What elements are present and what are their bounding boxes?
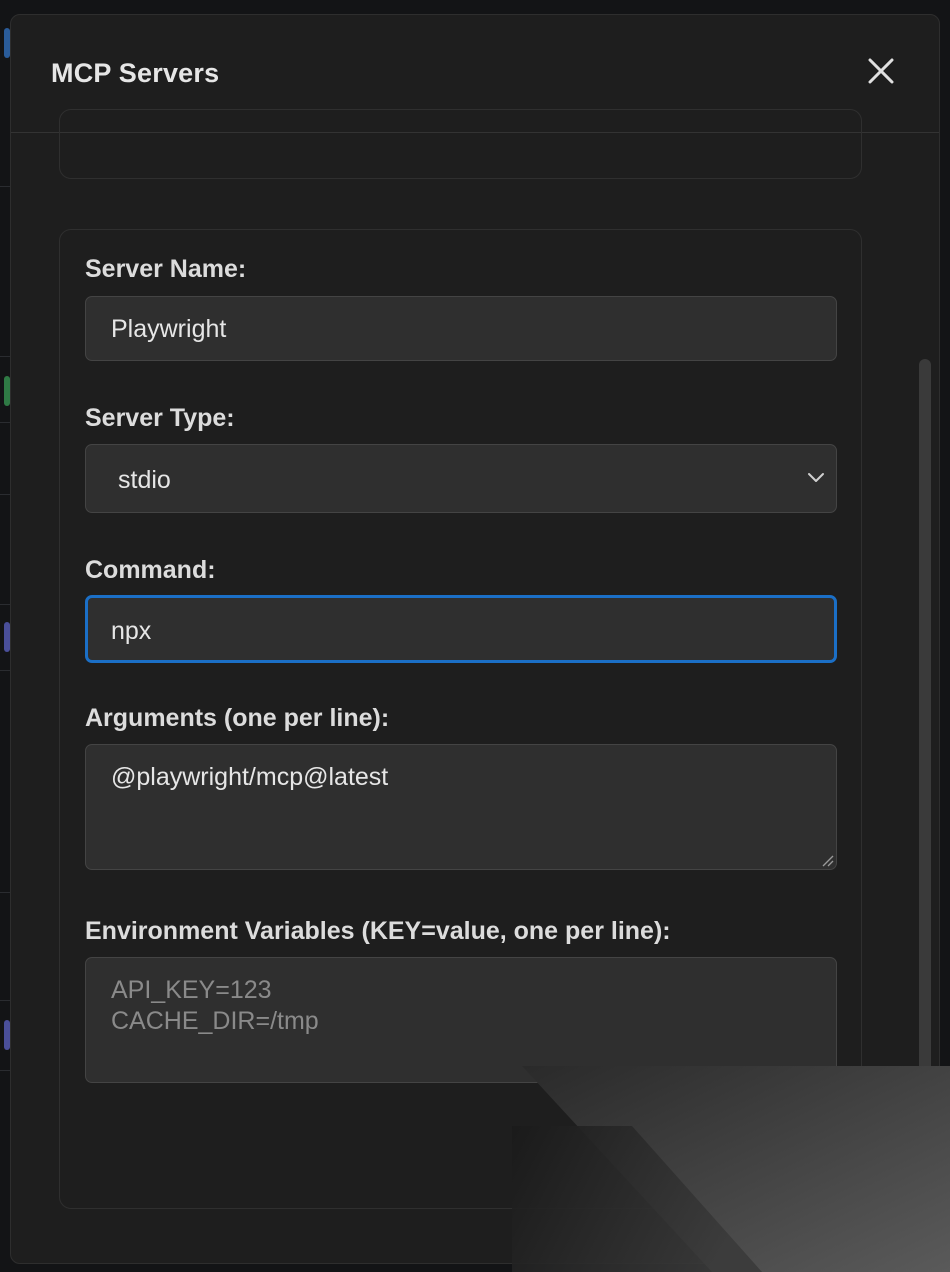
arguments-value: @playwright/mcp@latest: [111, 763, 389, 791]
resize-grip-icon[interactable]: [820, 853, 834, 867]
close-button[interactable]: [867, 57, 895, 85]
command-value: npx: [111, 617, 152, 645]
env-vars-textarea[interactable]: API_KEY=123 CACHE_DIR=/tmp: [85, 957, 837, 1083]
server-type-value: stdio: [118, 466, 171, 494]
env-vars-label: Environment Variables (KEY=value, one pe…: [85, 917, 671, 945]
arguments-textarea[interactable]: @playwright/mcp@latest: [85, 744, 837, 870]
close-icon: [868, 58, 894, 84]
server-type-select[interactable]: stdio: [85, 444, 837, 513]
env-vars-placeholder: API_KEY=123 CACHE_DIR=/tmp: [111, 976, 319, 1035]
server-type-label: Server Type:: [85, 404, 235, 432]
command-input[interactable]: npx: [85, 595, 837, 663]
server-name-input[interactable]: Playwright: [85, 296, 837, 361]
chevron-down-icon: [808, 473, 824, 482]
dialog-title: MCP Servers: [51, 58, 220, 88]
server-name-value: Playwright: [111, 315, 227, 343]
resize-grip-icon[interactable]: [820, 1066, 834, 1080]
command-label: Command:: [85, 556, 216, 584]
server-card-previous: [59, 109, 862, 179]
scrollbar-thumb[interactable]: [919, 359, 931, 1239]
server-name-label: Server Name:: [85, 255, 247, 283]
arguments-label: Arguments (one per line):: [85, 704, 390, 732]
mcp-servers-dialog: MCP Servers Server Name: Playwright Serv…: [10, 14, 940, 1264]
